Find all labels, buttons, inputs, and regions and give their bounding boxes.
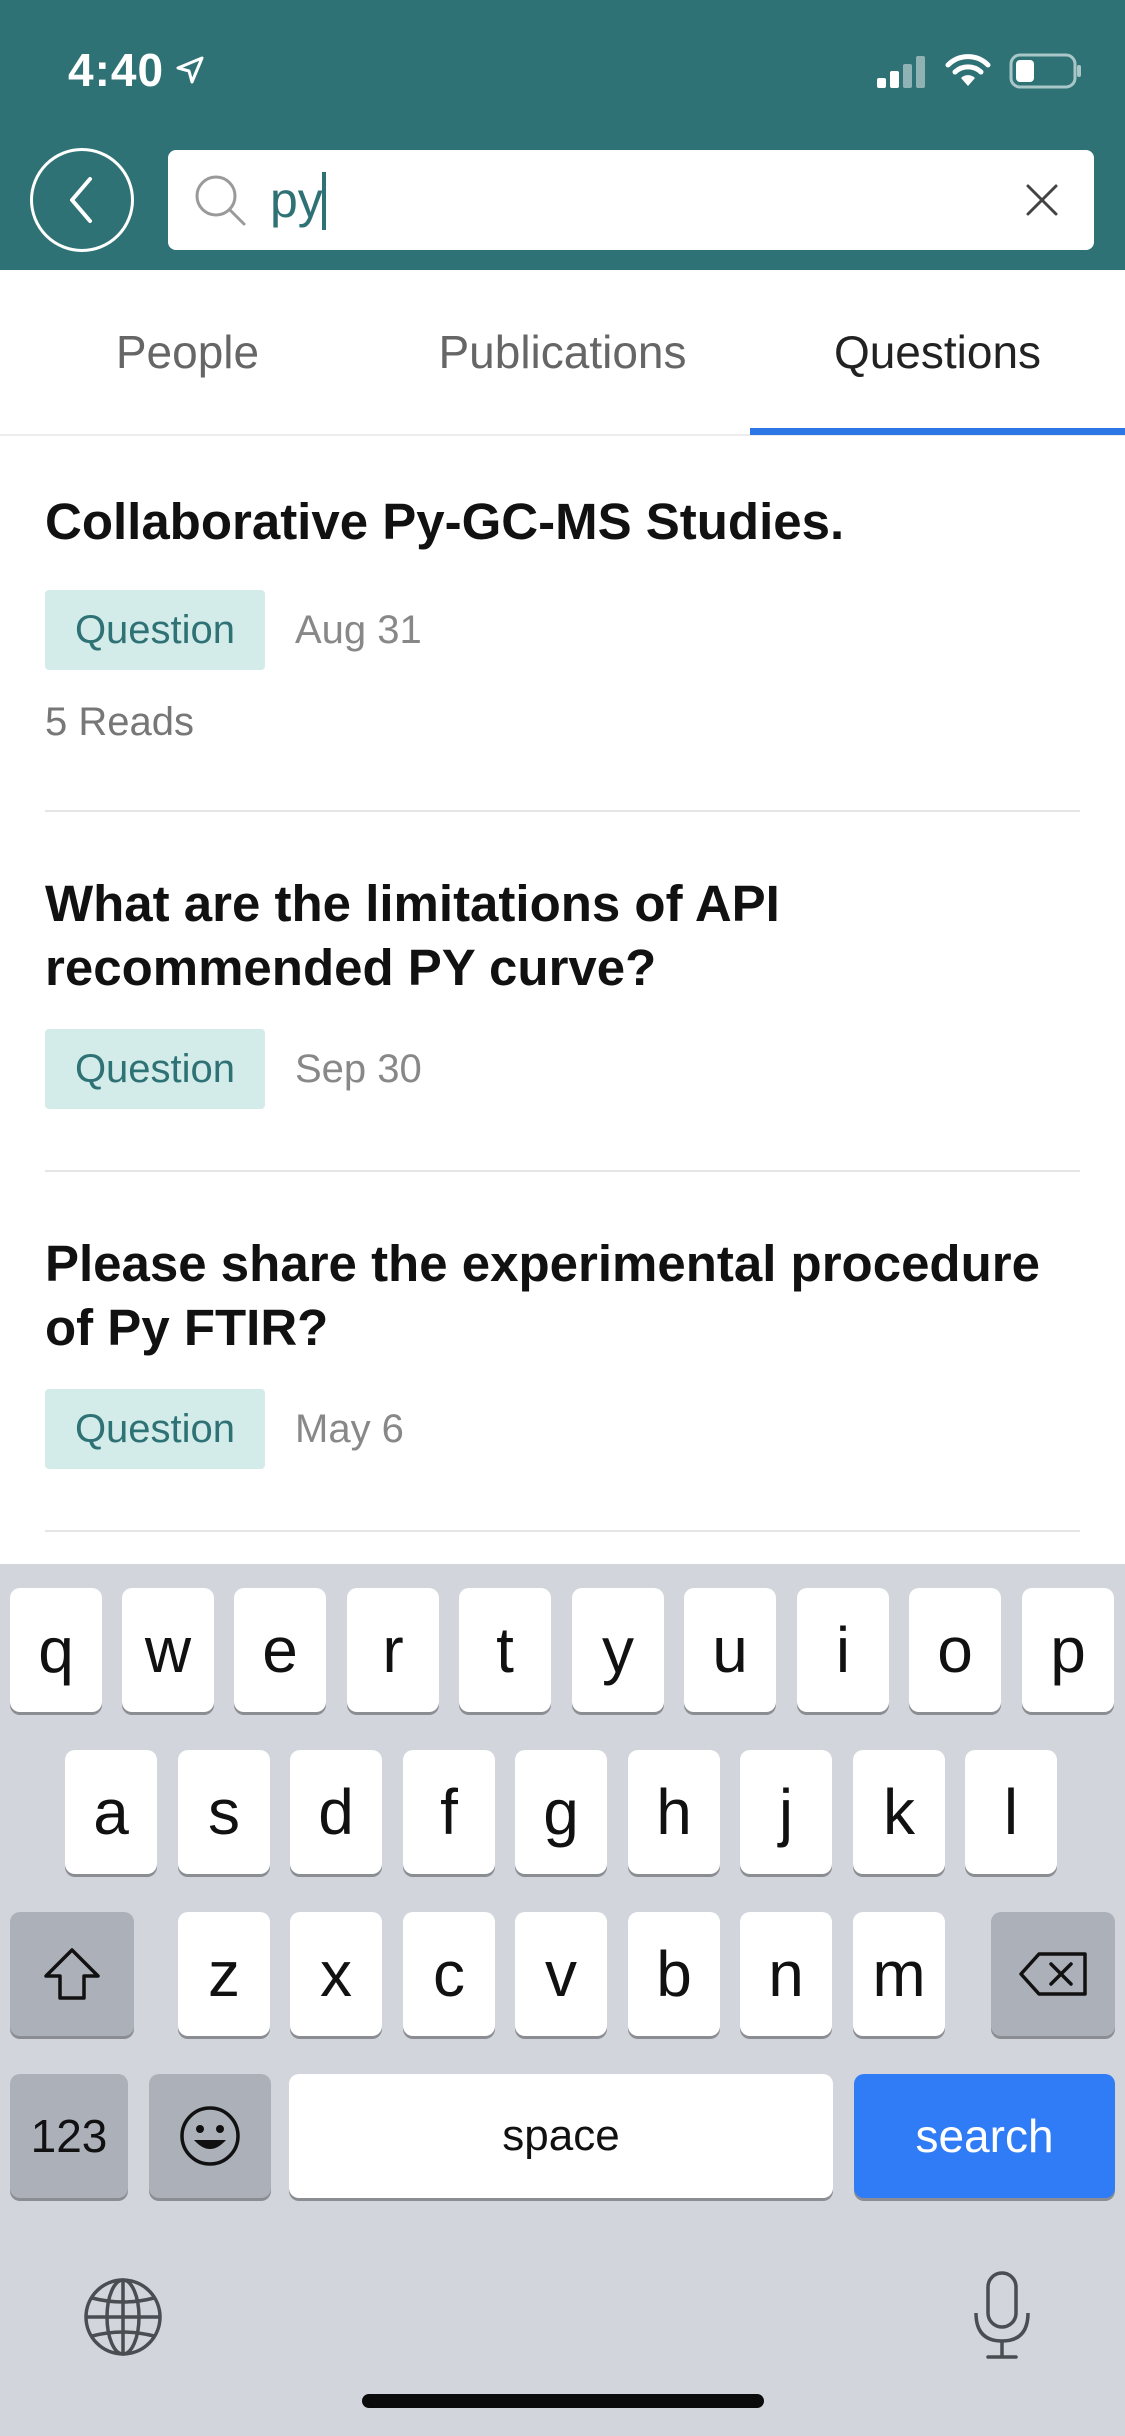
microphone-icon[interactable] — [970, 2269, 1034, 2363]
text-caret — [322, 172, 326, 230]
space-key[interactable]: space — [289, 2074, 833, 2198]
key-q[interactable]: q — [10, 1588, 102, 1712]
emoji-key[interactable] — [149, 2074, 271, 2198]
read-count: 5 Reads — [45, 700, 194, 744]
search-icon — [195, 175, 246, 226]
key-f[interactable]: f — [403, 1750, 495, 1874]
result-item[interactable]: Please share the experimental procedure … — [45, 1232, 1080, 1472]
result-tabs: People Publications Questions — [0, 270, 1125, 436]
status-time-text: 4:40 — [68, 44, 165, 96]
signal-icon — [877, 56, 925, 88]
search-input[interactable]: py — [270, 150, 323, 250]
active-tab-indicator — [750, 428, 1125, 435]
divider — [45, 1170, 1080, 1172]
key-o[interactable]: o — [909, 1588, 1001, 1712]
back-button[interactable] — [30, 148, 134, 252]
result-meta: Question May 6 — [45, 1389, 404, 1469]
result-date: Aug 31 — [295, 607, 422, 652]
search-key[interactable]: search — [854, 2074, 1115, 2198]
emoji-icon — [180, 2106, 240, 2166]
key-s[interactable]: s — [178, 1750, 270, 1874]
delete-icon — [1019, 1952, 1087, 1996]
key-p[interactable]: p — [1022, 1588, 1114, 1712]
result-title[interactable]: Collaborative Py-GC-MS Studies. — [45, 490, 1080, 554]
search-input-text: py — [270, 172, 323, 228]
status-bar-time: 4:40 — [68, 40, 206, 100]
tab-people[interactable]: People — [0, 270, 375, 434]
result-title[interactable]: What are the limitations of API recommen… — [45, 872, 1080, 1000]
question-badge: Question — [45, 590, 265, 670]
tab-publications[interactable]: Publications — [375, 270, 750, 434]
key-t[interactable]: t — [459, 1588, 551, 1712]
key-k[interactable]: k — [853, 1750, 945, 1874]
result-date: Sep 30 — [295, 1046, 422, 1091]
divider — [45, 810, 1080, 812]
key-x[interactable]: x — [290, 1912, 382, 2036]
globe-icon[interactable] — [82, 2276, 164, 2358]
key-a[interactable]: a — [65, 1750, 157, 1874]
key-n[interactable]: n — [740, 1912, 832, 2036]
key-i[interactable]: i — [797, 1588, 889, 1712]
numbers-key[interactable]: 123 — [10, 2074, 128, 2198]
delete-key[interactable] — [991, 1912, 1115, 2036]
key-y[interactable]: y — [572, 1588, 664, 1712]
key-j[interactable]: j — [740, 1750, 832, 1874]
wifi-icon — [945, 54, 991, 86]
shift-key[interactable] — [10, 1912, 134, 2036]
key-e[interactable]: e — [234, 1588, 326, 1712]
key-b[interactable]: b — [628, 1912, 720, 2036]
app-header: 4:40 py — [0, 0, 1125, 270]
result-meta: Question Sep 30 — [45, 1029, 422, 1109]
key-g[interactable]: g — [515, 1750, 607, 1874]
shift-icon — [44, 1948, 100, 2000]
key-r[interactable]: r — [347, 1588, 439, 1712]
result-meta: Question Aug 31 — [45, 590, 422, 670]
result-title[interactable]: Please share the experimental procedure … — [45, 1232, 1080, 1360]
battery-icon — [1009, 53, 1081, 89]
search-field[interactable]: py — [168, 150, 1094, 250]
divider — [45, 1530, 1080, 1532]
result-item[interactable]: Collaborative Py-GC-MS Studies. Question… — [45, 490, 1080, 770]
status-indicators — [875, 46, 1083, 96]
key-z[interactable]: z — [178, 1912, 270, 2036]
key-m[interactable]: m — [853, 1912, 945, 2036]
key-w[interactable]: w — [122, 1588, 214, 1712]
clear-icon[interactable] — [1020, 178, 1064, 222]
back-icon — [70, 177, 92, 223]
tab-questions[interactable]: Questions — [750, 270, 1125, 434]
question-badge: Question — [45, 1029, 265, 1109]
key-d[interactable]: d — [290, 1750, 382, 1874]
key-v[interactable]: v — [515, 1912, 607, 2036]
key-c[interactable]: c — [403, 1912, 495, 2036]
home-indicator[interactable] — [362, 2394, 764, 2408]
key-h[interactable]: h — [628, 1750, 720, 1874]
key-l[interactable]: l — [965, 1750, 1057, 1874]
result-date: May 6 — [295, 1406, 404, 1451]
result-item[interactable]: What are the limitations of API recommen… — [45, 872, 1080, 1112]
key-u[interactable]: u — [684, 1588, 776, 1712]
location-arrow-icon — [176, 56, 204, 84]
on-screen-keyboard: q w e r t y u i o p a s d f g h j k l z … — [0, 1564, 1125, 2436]
question-badge: Question — [45, 1389, 265, 1469]
